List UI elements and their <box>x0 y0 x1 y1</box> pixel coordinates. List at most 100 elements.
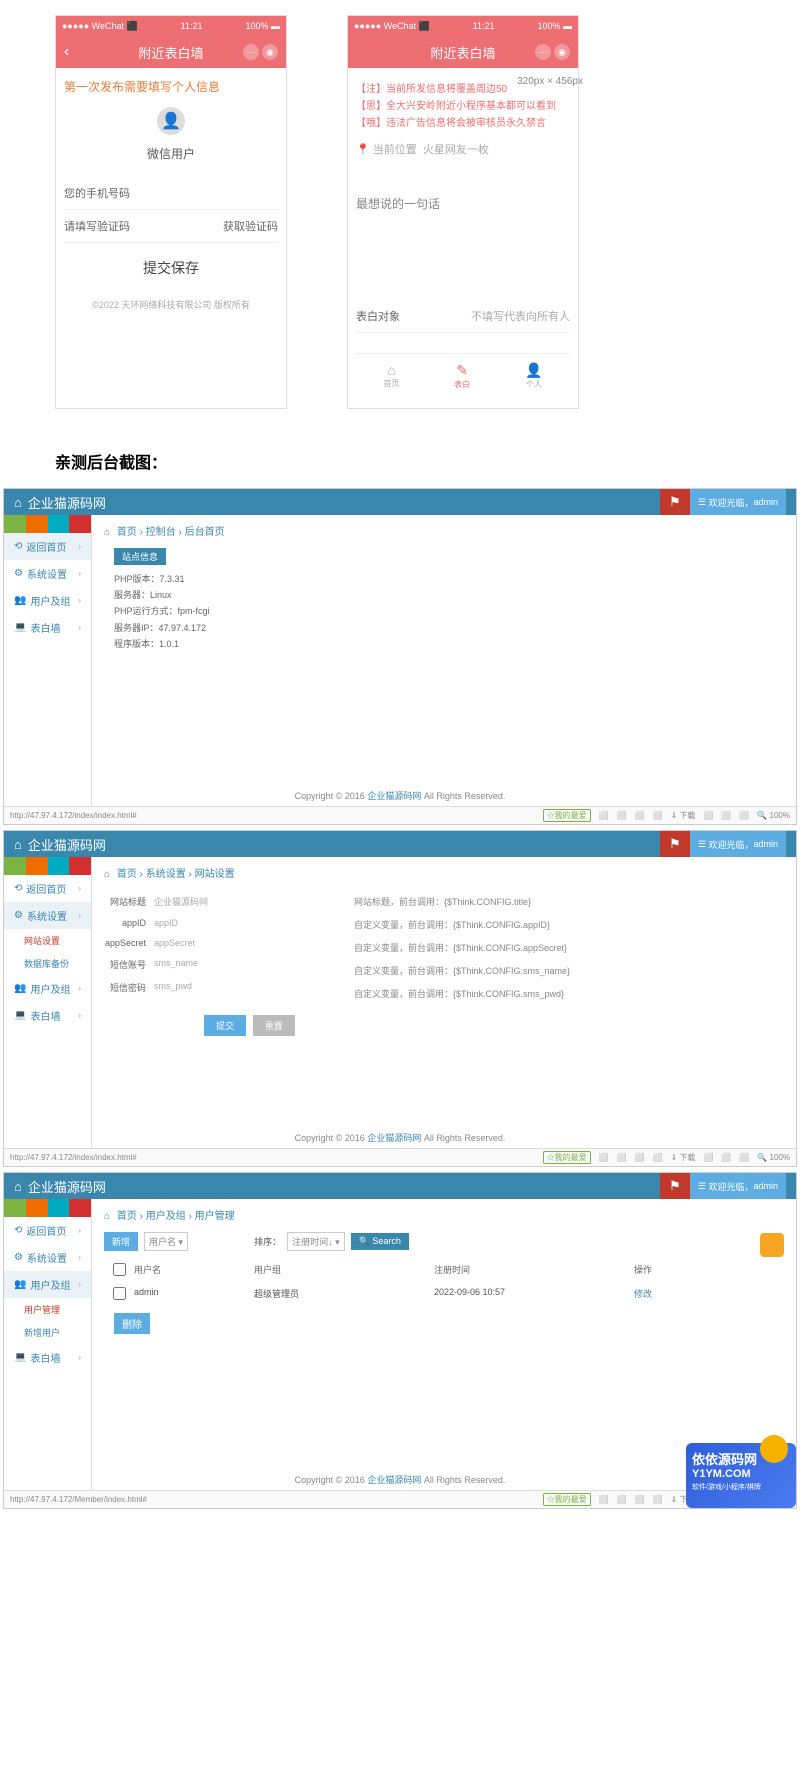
delete-button[interactable]: 删除 <box>114 1313 150 1334</box>
sidebar-item[interactable]: ⚙系统设置› <box>4 902 91 929</box>
alert-icon[interactable]: ⚑ <box>660 831 690 857</box>
sidebar-item[interactable]: ⚙系统设置› <box>4 560 91 587</box>
sidebar-item[interactable]: ⟲返回首页› <box>4 1217 91 1244</box>
mobile-header: 附近表白墙 ⋯◉ <box>348 36 578 68</box>
tool-icon[interactable]: ⬜ <box>739 1153 749 1162</box>
add-button[interactable]: 新增 <box>104 1232 138 1251</box>
footer: Copyright © 2016 企业猫源码网 All Rights Reser… <box>4 1131 796 1144</box>
favorite-button[interactable]: ☆我的最爱 <box>543 809 591 822</box>
sidebar-subitem[interactable]: 用户管理 <box>4 1298 91 1321</box>
breadcrumb: ⌂ 首页 › 系统设置 › 网站设置 <box>104 865 784 880</box>
tool-icon[interactable]: ⬜ <box>617 1495 627 1504</box>
avatar[interactable]: 👤 <box>157 107 185 135</box>
mobile-screenshot-1: ●●●●● WeChat ⬛ 11:21 100% ▬ ‹ 附近表白墙 ⋯◉ 第… <box>55 15 287 409</box>
header-actions[interactable]: ⋯◉ <box>243 44 278 60</box>
sidebar: ⟲返回首页›⚙系统设置›👥用户及组›用户管理新增用户💻表白墙› <box>4 1199 92 1508</box>
form-input[interactable]: sms_name <box>154 958 198 971</box>
tool-icon[interactable]: ⬜ <box>653 1153 663 1162</box>
sidebar-item[interactable]: ⚙系统设置› <box>4 1244 91 1271</box>
tool-icon[interactable]: ⬜ <box>653 811 663 820</box>
target-field[interactable]: 表白对象 不填写代表向所有人 <box>356 300 570 333</box>
sidebar-item[interactable]: 💻表白墙› <box>4 614 91 641</box>
copyright: ©2022 天环网络科技有限公司 版权所有 <box>64 293 278 316</box>
statusbar: http://47.97.4.172/index/index.html# ☆我的… <box>4 806 796 824</box>
form-input[interactable]: appSecret <box>154 938 195 948</box>
tool-icon[interactable]: ⬜ <box>739 811 749 820</box>
tool-icon[interactable]: ⬜ <box>599 1153 609 1162</box>
watermark: 依依源码网 Y1YM.COM 软件/游戏/小程序/棋牌 <box>686 1443 796 1508</box>
row-checkbox[interactable] <box>113 1287 126 1300</box>
sidebar-subitem[interactable]: 数据库备份 <box>4 952 91 975</box>
tool-icon[interactable]: ⇓ 下载 <box>671 810 696 821</box>
form-help: 自定义变量，前台调用：{$Think.CONFIG.sms_pwd} <box>354 982 604 1005</box>
home-icon[interactable]: ⌂ <box>14 1179 22 1194</box>
home-icon[interactable]: ⌂ <box>14 495 22 510</box>
header-title: 附近表白墙 <box>430 43 495 62</box>
user-badge[interactable]: ☰ 欢迎光临，admin <box>690 1173 786 1199</box>
sidebar-item[interactable]: 👥用户及组› <box>4 975 91 1002</box>
tool-icon[interactable]: ⬜ <box>617 1153 627 1162</box>
get-code-button[interactable]: 获取验证码 <box>223 218 278 234</box>
admin-panel-dashboard: ⌂ 企业猫源码网 ⚑ ☰ 欢迎光临，admin ⟲返回首页›⚙系统设置›👥用户及… <box>3 488 797 825</box>
favorite-button[interactable]: ☆我的最爱 <box>543 1151 591 1164</box>
home-icon[interactable]: ⌂ <box>14 837 22 852</box>
statusbar: http://47.97.4.172/Member/index.html# ☆我… <box>4 1490 796 1508</box>
alert-icon[interactable]: ⚑ <box>660 1173 690 1199</box>
tool-icon[interactable]: 🔍 100% <box>757 811 790 820</box>
alert-icon[interactable]: ⚑ <box>660 489 690 515</box>
form-help: 自定义变量，前台调用：{$Think.CONFIG.sms_name} <box>354 959 604 982</box>
tool-icon[interactable]: ⬜ <box>721 811 731 820</box>
tool-icon[interactable]: 🔍 100% <box>757 1153 790 1162</box>
user-badge[interactable]: ☰ 欢迎光临，admin <box>690 489 786 515</box>
tool-icon[interactable]: ⬜ <box>635 1495 645 1504</box>
tool-icon[interactable]: ⬜ <box>599 1495 609 1504</box>
mobile-screenshot-2: 320px × 456px ●●●●● WeChat ⬛ 11:21 100% … <box>347 15 579 409</box>
tab-0[interactable]: ⌂首页 <box>383 362 399 390</box>
sidebar-item[interactable]: ⟲返回首页› <box>4 875 91 902</box>
code-field[interactable]: 请填写验证码获取验证码 <box>64 210 278 243</box>
sort-select[interactable]: 注册时间↓ ▾ <box>287 1232 345 1251</box>
back-icon[interactable]: ‹ <box>64 43 69 61</box>
sidebar-subitem[interactable]: 网站设置 <box>4 929 91 952</box>
sidebar-item[interactable]: 👥用户及组› <box>4 1271 91 1298</box>
user-badge[interactable]: ☰ 欢迎光临，admin <box>690 831 786 857</box>
admin-topbar: ⌂ 企业猫源码网 ⚑ ☰ 欢迎光临，admin <box>4 489 796 515</box>
tool-icon[interactable]: ⬜ <box>703 811 713 820</box>
form-row: appIDappID <box>104 913 354 933</box>
filter-select[interactable]: 用户名 ▾ <box>144 1232 188 1251</box>
reset-button[interactable]: 重置 <box>253 1015 295 1036</box>
footer: Copyright © 2016 企业猫源码网 All Rights Reser… <box>4 789 796 802</box>
search-button[interactable]: 🔍 Search <box>351 1233 409 1250</box>
fab-button[interactable] <box>760 1233 784 1257</box>
sidebar-item[interactable]: ⟲返回首页› <box>4 533 91 560</box>
form-input[interactable]: 企业猫源码网 <box>154 895 208 908</box>
header-actions[interactable]: ⋯◉ <box>535 44 570 60</box>
form-help: 自定义变量，前台调用：{$Think.CONFIG.appID} <box>354 913 604 936</box>
tool-icon[interactable]: ⬜ <box>617 811 627 820</box>
submit-button[interactable]: 提交 <box>204 1015 246 1036</box>
phone-field[interactable]: 您的手机号码 <box>64 177 278 210</box>
tool-icon[interactable]: ⬜ <box>635 1153 645 1162</box>
tab-1[interactable]: ✎表白 <box>454 362 470 390</box>
tool-icon[interactable]: ⬜ <box>635 811 645 820</box>
sidebar-item[interactable]: 💻表白墙› <box>4 1344 91 1371</box>
select-all[interactable] <box>113 1263 126 1276</box>
tool-icon[interactable]: ⬜ <box>599 811 609 820</box>
tool-icon[interactable]: ⇓ 下载 <box>671 1152 696 1163</box>
favorite-button[interactable]: ☆我的最爱 <box>543 1493 591 1506</box>
sidebar-subitem[interactable]: 新增用户 <box>4 1321 91 1344</box>
tab-2[interactable]: 👤个人 <box>525 362 542 390</box>
edit-link[interactable]: 修改 <box>634 1289 652 1299</box>
sidebar-item[interactable]: 👥用户及组› <box>4 587 91 614</box>
tool-icon[interactable]: ⬜ <box>703 1153 713 1162</box>
form-input[interactable]: appID <box>154 918 178 928</box>
tool-icon[interactable]: ⬜ <box>721 1153 731 1162</box>
form-row: appSecretappSecret <box>104 933 354 953</box>
username: 微信用户 <box>64 145 278 162</box>
submit-button[interactable]: 提交保存 <box>64 243 278 293</box>
sidebar: ⟲返回首页›⚙系统设置›👥用户及组›💻表白墙› <box>4 515 92 824</box>
form-row: 短信密码sms_pwd <box>104 976 354 999</box>
tool-icon[interactable]: ⬜ <box>653 1495 663 1504</box>
sidebar-item[interactable]: 💻表白墙› <box>4 1002 91 1029</box>
form-input[interactable]: sms_pwd <box>154 981 192 994</box>
